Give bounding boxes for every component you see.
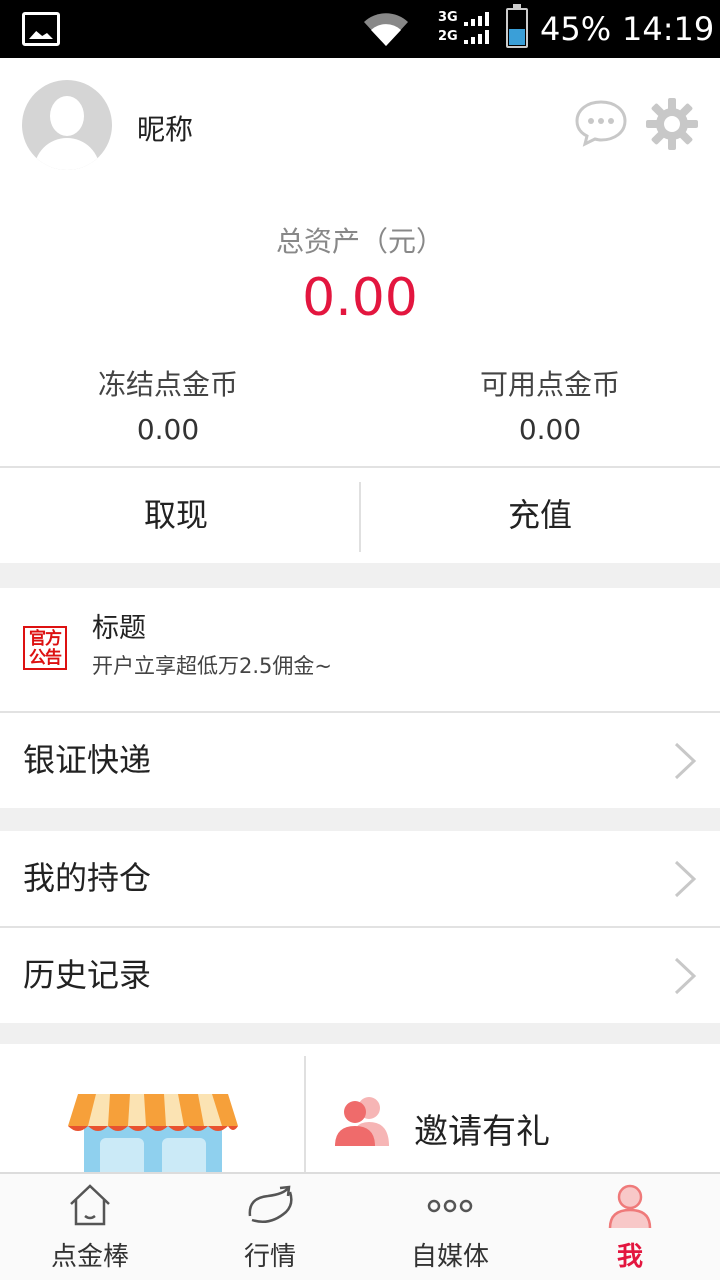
menu-item-label: 历史记录: [23, 956, 152, 994]
menu-item-label: 银证快递: [23, 741, 152, 779]
available-coins-value: 0.00: [518, 413, 582, 446]
frozen-coins-label: 冻结点金币: [97, 368, 238, 401]
profile-card: 昵称 总资产（元） 0.00 冻结点金币 0.00 可用点金币 0.00 取现 …: [0, 58, 720, 563]
tab-me[interactable]: 我: [540, 1174, 720, 1280]
available-coins-label: 可用点金币: [479, 368, 620, 401]
message-icon[interactable]: [573, 98, 629, 148]
total-assets-value: 0.00: [302, 268, 418, 328]
announcement-card[interactable]: 官方 公告 标题 开户立享超低万2.5佣金~: [0, 588, 720, 711]
shop-icon[interactable]: [66, 1092, 240, 1172]
withdraw-button[interactable]: 取现: [0, 468, 356, 563]
battery-icon: [506, 4, 528, 48]
tab-label: 我: [616, 1242, 643, 1272]
tab-label: 点金棒: [50, 1242, 129, 1272]
tab-home[interactable]: 点金棒: [0, 1174, 180, 1280]
nickname[interactable]: 昵称: [137, 108, 193, 148]
menu-item-label: 我的持仓: [23, 859, 152, 897]
tab-label: 自媒体: [410, 1242, 489, 1272]
divider: [304, 1056, 306, 1172]
avatar[interactable]: [22, 80, 112, 170]
clock: 14:19: [622, 10, 715, 48]
status-bar: 3G 2G 45% 14:19: [0, 0, 720, 58]
chevron-right-icon: [674, 957, 697, 995]
tab-bar: 点金棒 行情 自媒体 我: [0, 1172, 720, 1280]
announcement-title: 标题: [92, 613, 146, 644]
promo-card: 邀请有礼: [0, 1044, 720, 1172]
gear-icon[interactable]: [644, 96, 700, 152]
wifi-icon: [364, 13, 408, 46]
people-icon: [335, 1097, 389, 1146]
frozen-coins-value: 0.00: [136, 413, 200, 446]
chevron-right-icon: [674, 742, 697, 780]
tab-media[interactable]: 自媒体: [360, 1174, 540, 1280]
actions-bar: 取现 充值: [0, 466, 720, 563]
user-icon: [608, 1184, 652, 1229]
media-icon: [427, 1199, 473, 1213]
official-notice-badge: 官方 公告: [23, 626, 67, 670]
tab-market[interactable]: 行情: [180, 1174, 360, 1280]
menu-item-bank-securities[interactable]: 银证快递: [0, 713, 720, 808]
recharge-button[interactable]: 充值: [360, 468, 720, 563]
gallery-icon: [22, 12, 60, 46]
tab-label: 行情: [243, 1242, 296, 1272]
frozen-coins: 冻结点金币 0.00: [0, 363, 348, 446]
announcement-subtitle: 开户立享超低万2.5佣金~: [92, 654, 332, 678]
market-icon: [248, 1185, 293, 1223]
chevron-right-icon: [674, 860, 697, 898]
signal-icon: [464, 12, 489, 44]
menu-item-history[interactable]: 历史记录: [0, 928, 720, 1023]
invite-button[interactable]: 邀请有礼: [414, 1104, 550, 1153]
available-coins: 可用点金币 0.00: [370, 363, 720, 446]
total-assets-label: 总资产（元）: [275, 225, 444, 258]
home-icon: [70, 1184, 110, 1226]
battery-percent: 45%: [540, 10, 612, 48]
network-type: 3G 2G: [438, 10, 458, 44]
menu-item-positions[interactable]: 我的持仓: [0, 831, 720, 926]
